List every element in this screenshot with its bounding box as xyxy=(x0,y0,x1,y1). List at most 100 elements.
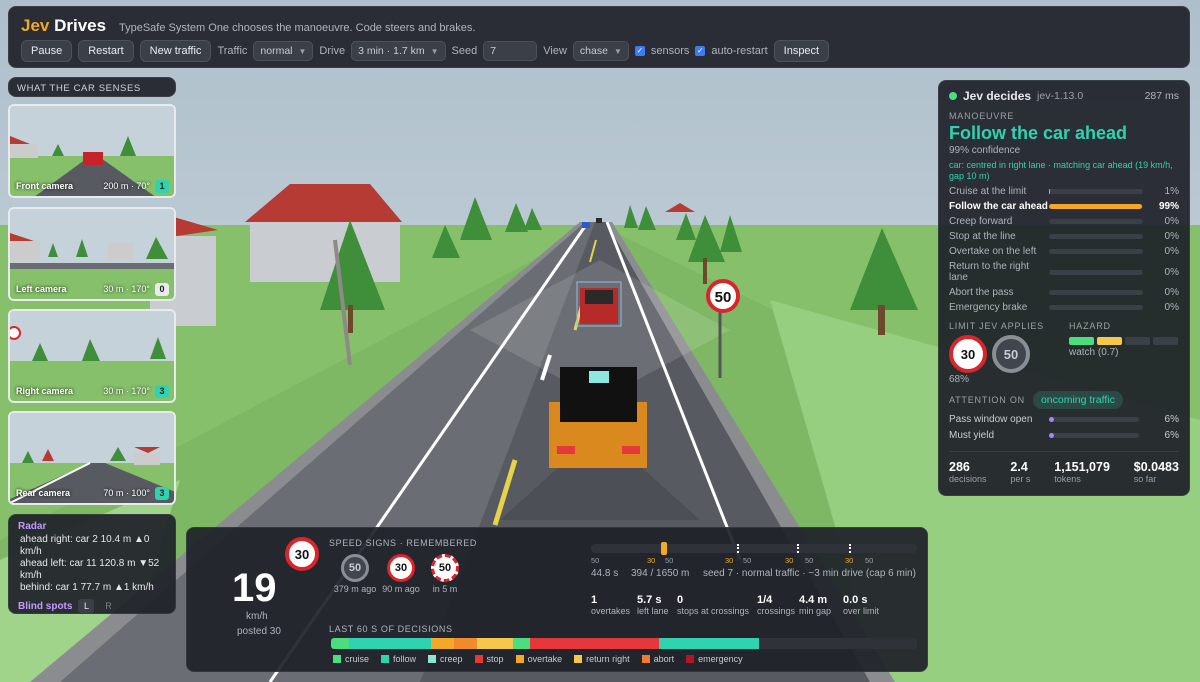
hazard-segment xyxy=(1125,337,1150,345)
chevron-down-icon: ▼ xyxy=(430,46,439,56)
road-speed-sign: 50 xyxy=(715,289,732,306)
sub-bar xyxy=(1049,417,1139,422)
camera-range: 30 m · 170° xyxy=(103,386,150,396)
camera-label: Rear camera xyxy=(16,488,71,498)
auto-restart-label: auto-restart xyxy=(711,45,768,57)
track-limit-label: 50 xyxy=(743,556,752,565)
legend-swatch xyxy=(428,655,437,663)
hud-metric: 4.4 m min gap xyxy=(799,594,831,616)
sub-name: Must yield xyxy=(949,430,995,441)
decision-option: Return to the right lane 0% xyxy=(949,261,1179,283)
metric-label: overtakes xyxy=(591,606,631,616)
hazard-label: HAZARD xyxy=(1069,321,1111,331)
camera-count-badge: 3 xyxy=(155,487,169,500)
sensors-label: sensors xyxy=(650,45,690,57)
speed-sign: 50 xyxy=(431,554,459,582)
rear-camera-view[interactable]: Rear camera 70 m · 100° 3 xyxy=(8,411,176,505)
legend-label: stop xyxy=(486,654,504,664)
decision-title: Jev decides xyxy=(963,89,1032,103)
option-name: Abort the pass xyxy=(949,287,1014,298)
option-bar-fill xyxy=(1049,189,1050,194)
legend-swatch xyxy=(515,655,524,663)
drive-select[interactable]: 3 min · 1.7 km ▼ xyxy=(351,41,446,61)
camera-range: 70 m · 100° xyxy=(103,488,150,498)
sub-name: Pass window open xyxy=(949,414,1033,425)
metric-label: crossings xyxy=(757,606,796,616)
speed-sign: 30 xyxy=(387,554,415,582)
decision-timeline xyxy=(331,638,917,649)
decision-option: Emergency brake 0% xyxy=(949,302,1179,313)
legend-label: creep xyxy=(440,654,463,664)
radar-line: ahead left: car 11 120.8 m ▼52 km/h xyxy=(20,558,160,581)
hazard-text: watch (0.7) xyxy=(1069,347,1119,358)
sensors-checkbox[interactable]: ✓ xyxy=(634,46,645,56)
track-limit-label: 50 xyxy=(591,556,600,565)
status-dot xyxy=(949,92,957,100)
option-percent: 0% xyxy=(1164,302,1179,313)
timeline-segment xyxy=(659,638,759,649)
legend-label: return right xyxy=(586,654,630,664)
restart-button[interactable]: Restart xyxy=(78,40,134,62)
legend-item: overtake xyxy=(515,654,562,664)
legend-item: stop xyxy=(474,654,504,664)
top-toolbar: Jev Drives TypeSafe System One chooses t… xyxy=(8,6,1190,68)
decision-option: Stop at the line 0% xyxy=(949,231,1179,242)
blind-spot-left: L xyxy=(78,599,95,613)
timeline-segment xyxy=(430,638,455,649)
applied-limit-sign: 30 xyxy=(949,335,987,373)
left-camera-view[interactable]: Left camera 30 m · 170° 0 xyxy=(8,207,176,301)
attention-label: ATTENTION ON xyxy=(949,395,1025,405)
track-limit-label: 50 xyxy=(665,556,674,565)
seed-input[interactable]: 7 xyxy=(483,41,538,61)
metric-value: 1/4 xyxy=(757,594,773,606)
pause-button[interactable]: Pause xyxy=(21,40,73,62)
view-select[interactable]: chase ▼ xyxy=(572,41,629,61)
legend-label: emergency xyxy=(698,654,743,664)
remembered-when: in 5 m xyxy=(432,584,458,594)
inspect-button[interactable]: Inspect xyxy=(773,40,830,62)
sub-bar xyxy=(1049,433,1139,438)
auto-restart-checkbox[interactable]: ✓ xyxy=(695,46,706,56)
front-camera-view[interactable]: Front camera 200 m · 70° 1 xyxy=(8,104,176,198)
camera-count-badge: 3 xyxy=(155,385,169,398)
current-limit-sign: 30 xyxy=(285,537,319,571)
metric-value: 0 xyxy=(677,594,684,606)
traffic-select[interactable]: normal ▼ xyxy=(253,41,314,61)
legend-swatch xyxy=(333,655,341,663)
decision-option: Overtake on the left 0% xyxy=(949,246,1179,257)
sub-percent: 6% xyxy=(1164,430,1179,441)
option-name: Creep forward xyxy=(949,216,1013,227)
option-percent: 0% xyxy=(1164,246,1179,257)
option-bar xyxy=(1049,269,1143,275)
option-name: Stop at the line xyxy=(949,231,1016,242)
sub-bar-fill xyxy=(1049,433,1055,438)
manoeuvre-name: Follow the car ahead xyxy=(949,123,1128,143)
decision-option: Follow the car ahead 99% xyxy=(949,201,1179,212)
camera-count-badge: 0 xyxy=(155,283,169,296)
legend-label: cruise xyxy=(345,654,370,664)
legend-swatch xyxy=(574,655,583,663)
legend-swatch xyxy=(381,655,390,663)
legend-swatch xyxy=(686,655,695,663)
remembered-when: 379 m ago xyxy=(333,584,377,594)
hazard-segment xyxy=(1097,337,1122,345)
crossing-marker xyxy=(797,544,801,553)
decision-panel: Jev decides jev-1.13.0 287 ms MANOEUVRE … xyxy=(938,80,1190,496)
radar-panel: Radar ahead right: car 2 10.4 m ▲0 km/h … xyxy=(8,514,176,614)
legend-item: follow xyxy=(381,654,416,664)
blind-spots-label: Blind spots xyxy=(18,600,73,612)
decision-option: Creep forward 0% xyxy=(949,216,1179,227)
stat-value: 1,151,079 xyxy=(1054,460,1110,474)
new-traffic-button[interactable]: New traffic xyxy=(139,40,212,62)
stat-label: per s xyxy=(1010,474,1031,484)
option-bar xyxy=(1049,305,1143,310)
option-bar-fill xyxy=(1049,204,1143,209)
legend-label: follow xyxy=(393,654,417,664)
hazard-segment xyxy=(1153,337,1178,345)
distance-progress: 394 / 1650 m xyxy=(631,568,690,579)
right-camera-view[interactable]: Right camera 30 m · 170° 3 xyxy=(8,309,176,403)
stat-label: tokens xyxy=(1054,474,1081,484)
stat-item: 1,151,079 tokens xyxy=(1054,460,1110,484)
option-name: Follow the car ahead xyxy=(949,201,1048,212)
camera-label: Front camera xyxy=(16,181,74,191)
